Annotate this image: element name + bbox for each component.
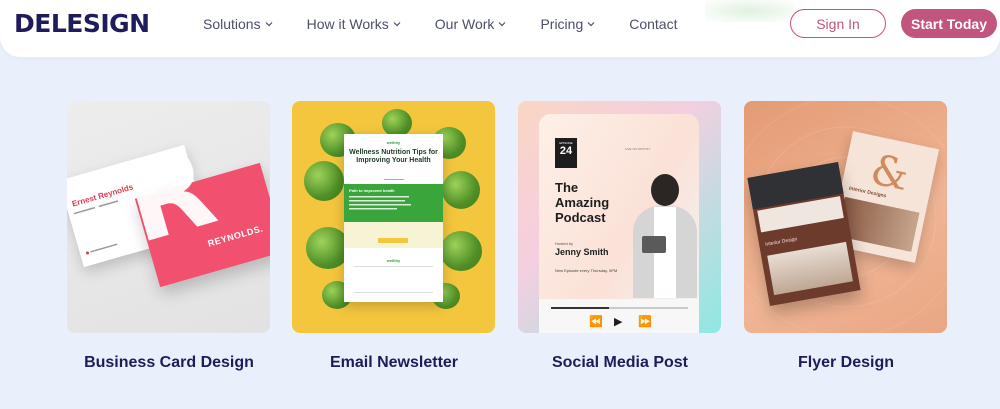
play-icon: ▶ (614, 316, 623, 328)
flyer-front-label: Interior Design (764, 236, 798, 248)
podcast-title: The Amazing Podcast (555, 180, 610, 225)
nav-label: Our Work (434, 16, 495, 32)
nav-label: Solutions (203, 16, 261, 32)
nav-label: Pricing (540, 16, 584, 32)
newsletter-cta-button (378, 238, 408, 243)
newsletter-headline: Wellness Nutrition Tips for Improving Yo… (349, 149, 438, 164)
newsletter-cta-band (344, 222, 443, 248)
email-newsletter-card[interactable]: wellthy Wellness Nutrition Tips for Impr… (292, 101, 495, 333)
main-nav: Solutions How it Works Our Work Pricing … (203, 16, 711, 32)
newsletter-text-lines (349, 196, 411, 210)
episode-number: 24 (559, 145, 573, 157)
nav-pricing[interactable]: Pricing (540, 16, 595, 32)
podcast-phone-mockup: EPISODE 24 LIVE ON SPOTIFY The Amazing P… (539, 114, 699, 333)
host-photo-head (651, 174, 679, 206)
nav-solutions[interactable]: Solutions (203, 16, 273, 32)
newsletter-section-title: Path to improved health (349, 188, 395, 193)
podcast-artwork: EPISODE 24 LIVE ON SPOTIFY The Amazing P… (539, 114, 699, 299)
site-header: DELESIGN Solutions How it Works Our Work… (0, 0, 1000, 57)
hosted-by-label: Hosted by (555, 241, 574, 246)
business-card-design-card[interactable]: R Ernest Reynolds REYNOLDS. (67, 101, 270, 333)
newsletter-footer-line (354, 292, 433, 293)
broccoli-graphic (382, 109, 412, 137)
chevron-down-icon (265, 21, 273, 27)
newsletter-green-section: Path to improved health (344, 184, 443, 222)
start-today-button[interactable]: Start Today (901, 9, 997, 38)
card-title[interactable]: Business Card Design (56, 354, 282, 372)
episode-badge: EPISODE 24 (555, 138, 577, 168)
fast-forward-icon: ⏩ (638, 316, 652, 328)
audio-progress-bar (551, 307, 688, 309)
nav-how-it-works[interactable]: How it Works (307, 16, 401, 32)
episode-schedule: New Episode every Thursday, 5PM (555, 268, 618, 273)
sign-in-button[interactable]: Sign In (790, 9, 886, 38)
flyer-front-photo (767, 241, 853, 296)
nav-contact[interactable]: Contact (629, 16, 677, 32)
audio-progress-fill (551, 307, 609, 309)
logo[interactable]: DELESIGN (14, 9, 150, 38)
broccoli-graphic (304, 161, 344, 201)
newsletter-date-line (344, 178, 443, 182)
newsletter-footer-brand: wellthy (386, 258, 401, 263)
header-glow (705, 0, 795, 22)
rewind-icon: ⏪ (589, 316, 603, 328)
tablet-graphic (642, 236, 666, 253)
newsletter-preview: wellthy Wellness Nutrition Tips for Impr… (344, 134, 443, 302)
flyer-design-card[interactable]: & Interior Designs Interior Design (744, 101, 947, 333)
chevron-down-icon (393, 21, 401, 27)
newsletter-footer-line (354, 266, 433, 267)
card-title[interactable]: Social Media Post (507, 354, 733, 372)
broccoli-graphic (442, 171, 480, 209)
broccoli-graphic (440, 231, 482, 271)
chevron-down-icon (587, 21, 595, 27)
card-title[interactable]: Flyer Design (733, 354, 959, 372)
nav-label: Contact (629, 16, 678, 32)
social-media-post-card[interactable]: EPISODE 24 LIVE ON SPOTIFY The Amazing P… (518, 101, 721, 333)
nav-our-work[interactable]: Our Work (435, 16, 507, 32)
card-title[interactable]: Email Newsletter (281, 354, 507, 372)
chevron-down-icon (498, 21, 506, 27)
host-name: Jenny Smith (555, 247, 609, 257)
nav-label: How it Works (306, 16, 389, 32)
live-on-label: LIVE ON SPOTIFY (625, 147, 651, 151)
newsletter-brand: wellthy (386, 140, 401, 145)
